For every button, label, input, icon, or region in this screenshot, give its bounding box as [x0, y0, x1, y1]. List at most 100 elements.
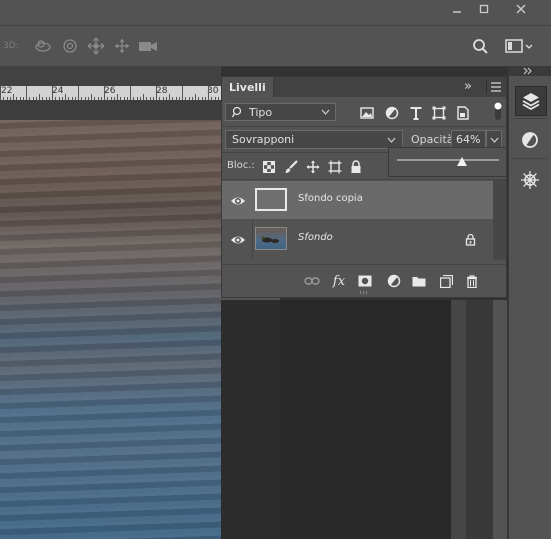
pan-3d-icon — [87, 37, 105, 55]
lock-transparent-button[interactable] — [260, 158, 278, 176]
smartobject-filter-icon — [457, 106, 469, 120]
lock-artboard-button[interactable] — [326, 158, 344, 176]
divider — [222, 126, 506, 127]
camera-3d-icon — [139, 42, 157, 51]
workspace-button[interactable] — [504, 36, 534, 56]
adjustments-icon — [522, 132, 538, 148]
panel-dock-top — [508, 66, 551, 76]
new-layer-icon — [439, 274, 453, 288]
pan-3d-button[interactable] — [86, 36, 106, 56]
fx-icon: fx — [332, 273, 346, 289]
slide-3d-button[interactable] — [112, 36, 132, 56]
adjustment-layer-icon — [387, 274, 401, 288]
chevron-down-icon — [321, 109, 330, 115]
link-layers-button[interactable] — [303, 273, 321, 289]
filter-type-value: Tipo — [249, 105, 273, 119]
search-button[interactable] — [470, 36, 490, 56]
lock-all-button[interactable] — [347, 158, 365, 176]
shape-filter-button[interactable] — [430, 104, 448, 122]
orbit-3d-button[interactable] — [33, 36, 53, 56]
tab-livelli[interactable]: Livelli — [222, 77, 274, 97]
horizontal-ruler: 22 24 26 28 30 — [0, 86, 221, 101]
slide-3d-icon — [115, 39, 129, 53]
panel-resize-grip[interactable] — [360, 291, 368, 295]
roll-3d-button[interactable] — [60, 36, 80, 56]
layers-scrollbar[interactable] — [493, 180, 506, 260]
eye-icon[interactable] — [230, 193, 246, 209]
divider — [222, 179, 506, 180]
tab-livelli-label: Livelli — [229, 80, 266, 94]
dock-divider — [513, 158, 547, 159]
shape-filter-icon — [432, 106, 446, 120]
ruler-tick — [208, 86, 209, 100]
adjustments-panel-button[interactable] — [515, 126, 545, 154]
camera-3d-button[interactable] — [138, 36, 158, 56]
lock-position-button[interactable] — [304, 158, 322, 176]
lock-icon — [465, 233, 476, 246]
orbit-3d-icon — [35, 40, 51, 52]
workspace-icon — [505, 39, 533, 53]
panel-menu-button[interactable] — [490, 81, 502, 93]
filter-type-select[interactable]: Tipo — [225, 103, 336, 121]
ruler-tick — [26, 86, 27, 100]
collapse-dock-icon[interactable] — [522, 67, 536, 75]
new-layer-button[interactable] — [437, 273, 455, 289]
opacity-value: 64% — [456, 133, 481, 146]
maximize-button[interactable] — [470, 0, 498, 18]
layer-thumbnail[interactable] — [255, 188, 287, 211]
delete-layer-button[interactable] — [463, 273, 481, 289]
title-bar — [0, 0, 551, 25]
eye-icon[interactable] — [230, 232, 246, 248]
minimize-button[interactable] — [443, 0, 471, 18]
canvas-overflow — [221, 300, 280, 539]
roll-3d-icon — [63, 39, 77, 53]
adjustment-filter-icon — [385, 106, 399, 120]
checkerboard-icon — [263, 161, 275, 173]
blend-mode-select[interactable]: Sovrapponi — [225, 130, 403, 149]
minimize-icon — [453, 11, 461, 13]
move-icon — [306, 160, 320, 174]
divider — [222, 264, 506, 265]
mask-icon — [358, 275, 372, 287]
lock-pixels-button[interactable] — [282, 158, 300, 176]
layer-row-sfondo[interactable]: Sfondo — [222, 220, 493, 258]
adjustment-layer-button[interactable] — [385, 273, 403, 289]
add-mask-button[interactable] — [356, 273, 374, 289]
pixel-filter-icon — [360, 107, 374, 119]
type-filter-button[interactable] — [407, 104, 425, 122]
search-icon — [232, 106, 242, 118]
close-button[interactable] — [507, 0, 535, 18]
vertical-scrollbar[interactable] — [493, 300, 507, 539]
chevron-down-icon — [387, 137, 396, 143]
ruler-tick — [130, 86, 131, 100]
ruler-tick — [52, 86, 53, 100]
ruler-label: 24 — [52, 86, 64, 96]
smartobject-filter-button[interactable] — [454, 104, 472, 122]
menu-icon — [491, 82, 501, 92]
filter-toggle[interactable] — [494, 101, 502, 121]
layer-row-sfondo-copia[interactable]: Sfondo copia — [222, 181, 493, 219]
pixel-filter-button[interactable] — [358, 104, 376, 122]
brush-icon — [285, 160, 298, 173]
search-icon — [473, 39, 488, 54]
actions-panel-button[interactable] — [515, 166, 545, 194]
ruler-tick — [156, 86, 157, 100]
ruler-tick — [78, 86, 79, 100]
ruler-tick — [0, 86, 1, 100]
lock-label: Bloc.: — [227, 160, 255, 171]
layers-panel-button[interactable] — [515, 86, 547, 116]
adjustment-filter-button[interactable] — [383, 104, 401, 122]
pasteboard — [280, 300, 451, 539]
trash-icon — [467, 274, 477, 288]
opacity-slider-track[interactable] — [397, 159, 499, 161]
layer-thumbnail[interactable] — [255, 227, 287, 250]
opacity-slider-thumb[interactable] — [457, 157, 468, 166]
close-icon — [516, 4, 526, 14]
new-group-button[interactable] — [410, 273, 428, 289]
ruler-label: 28 — [156, 86, 168, 96]
link-icon — [304, 277, 320, 285]
mode-3d-label: 3D: — [3, 41, 19, 51]
grip-icon — [360, 291, 367, 294]
layer-style-button[interactable]: fx — [330, 273, 348, 289]
collapse-panel-button[interactable]: » — [464, 79, 472, 94]
